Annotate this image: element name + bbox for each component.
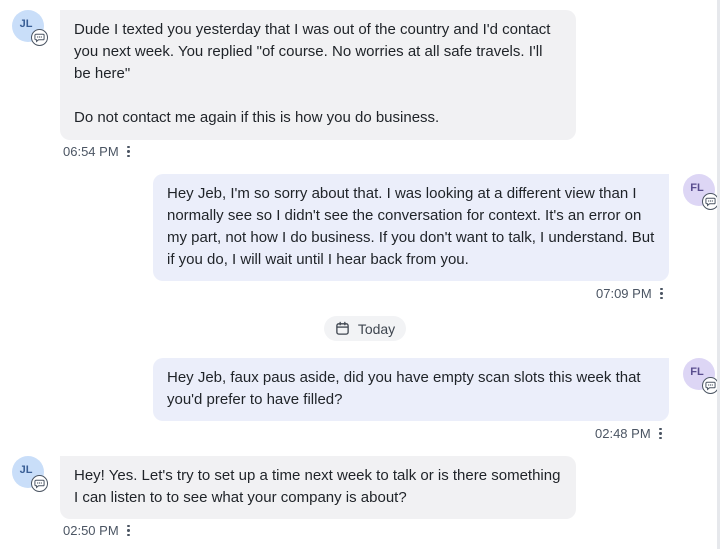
message-bubble: Hey! Yes. Let's try to set up a time nex… <box>60 456 576 519</box>
message-options-icon[interactable] <box>125 145 133 158</box>
user-avatar: FL <box>683 174 719 210</box>
calendar-icon <box>336 321 349 335</box>
message-meta: 06:54 PM <box>63 144 133 159</box>
message-timestamp: 02:50 PM <box>63 523 119 538</box>
avatar-initials: JL <box>19 18 33 30</box>
sms-channel-icon <box>31 29 48 46</box>
date-divider-label: Today <box>357 320 396 337</box>
message-meta: 02:50 PM <box>63 523 133 538</box>
contact-avatar: JL <box>12 456 48 492</box>
message-bubble: Dude I texted you yesterday that I was o… <box>60 10 576 140</box>
message-meta: 02:48 PM <box>595 426 665 441</box>
message-bubble: Hey Jeb, I'm so sorry about that. I was … <box>153 174 669 281</box>
message-meta: 07:09 PM <box>596 286 666 301</box>
message-options-icon[interactable] <box>125 524 133 537</box>
message-options-icon[interactable] <box>658 287 666 300</box>
message-options-icon[interactable] <box>657 427 665 440</box>
message-bubble: Hey Jeb, faux paus aside, did you have e… <box>153 358 669 421</box>
avatar-initials: FL <box>690 182 704 194</box>
message-timestamp: 06:54 PM <box>63 144 119 159</box>
message-timestamp: 07:09 PM <box>596 286 652 301</box>
user-avatar: FL <box>683 358 719 394</box>
date-divider: Today <box>324 316 406 341</box>
contact-avatar: JL <box>12 10 48 46</box>
message-timestamp: 02:48 PM <box>595 426 651 441</box>
avatar-initials: FL <box>690 366 704 378</box>
avatar-initials: JL <box>19 464 33 476</box>
sms-channel-icon <box>31 475 48 492</box>
